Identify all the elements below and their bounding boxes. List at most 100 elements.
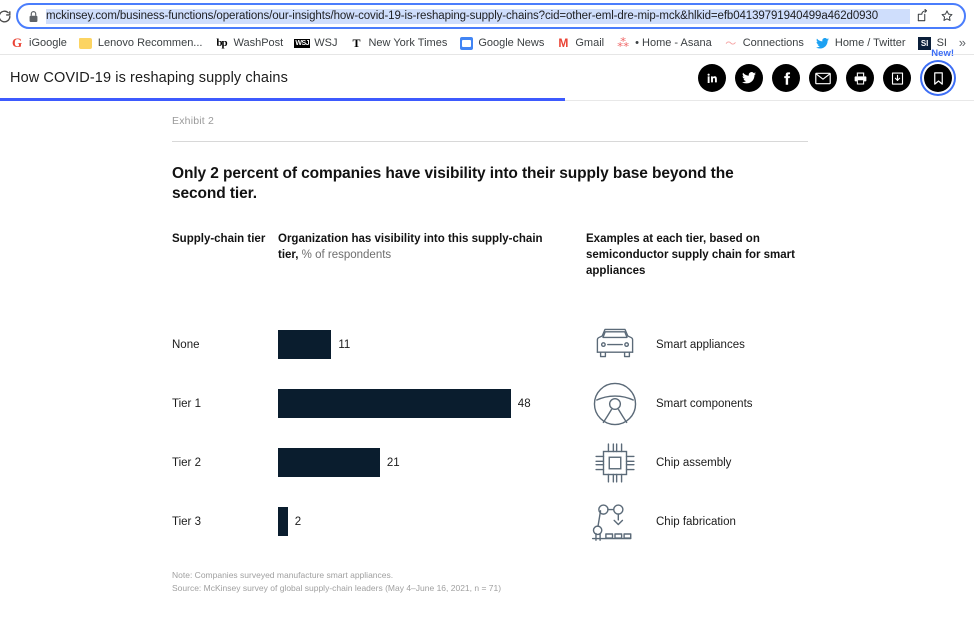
twitter-icon (742, 72, 756, 84)
twitter-icon (816, 36, 830, 50)
email-share-button[interactable] (809, 64, 837, 92)
bar (278, 330, 332, 360)
exhibit-label: Exhibit 2 (172, 115, 215, 127)
bookmark-asana-home[interactable]: ⁂ • Home - Asana (610, 33, 718, 53)
bookmark-label: Home / Twitter (834, 37, 906, 49)
washington-post-icon: bp (216, 37, 227, 49)
bookmark-washpost[interactable]: bp WashPost (208, 33, 289, 53)
column-header-examples: Examples at each tier, based on semicond… (586, 232, 795, 277)
asana-icon: ⁂ (617, 36, 630, 50)
bookmark-label: Google News (478, 37, 545, 49)
bookmark-label: Connections (742, 37, 804, 49)
bookmark-label: • Home - Asana (635, 37, 712, 49)
gmail-icon: M (558, 36, 569, 50)
bookmark-label: Gmail (575, 37, 605, 49)
examples-column: Smart appliances Smart components Chip a… (564, 315, 808, 551)
page-progress-fill (0, 98, 565, 101)
save-bookmark-button[interactable] (924, 64, 952, 92)
bar-chart: None 11 Tier 1 48 Tier 2 21 Tier 3 2 (172, 315, 564, 551)
url-text[interactable]: mckinsey.com/business-functions/operatio… (46, 8, 910, 24)
print-button[interactable] (846, 64, 874, 92)
new-york-times-icon: T (352, 35, 361, 50)
article-header-bar: How COVID-19 is reshaping supply chains … (0, 48, 974, 101)
share-icon[interactable] (912, 5, 934, 27)
exhibit-divider (172, 141, 808, 142)
robot-arm-icon (586, 498, 644, 546)
example-row-chip-fabrication: Chip fabrication (586, 492, 808, 551)
bookmarks-bar: G iGoogle Lenovo Recommen... bp WashPost… (0, 32, 974, 55)
bookmark-igoogle[interactable]: G iGoogle (4, 33, 73, 53)
bookmark-twitter-home[interactable]: Home / Twitter (810, 33, 912, 53)
new-badge: New! (931, 48, 954, 59)
google-icon: G (11, 35, 23, 50)
folder-icon (79, 36, 93, 50)
bar-category-label: Tier 2 (172, 456, 201, 469)
bookmarks-overflow-button[interactable]: » (959, 36, 966, 50)
bar (278, 507, 288, 537)
bar-row: Tier 1 48 (172, 374, 564, 433)
bar-category-label: Tier 1 (172, 397, 201, 410)
bar-row: Tier 2 21 (172, 433, 564, 492)
omnibox-row: mckinsey.com/business-functions/operatio… (0, 0, 974, 32)
bar-value-label: 11 (338, 338, 351, 351)
bookmark-label: WashPost (233, 37, 284, 49)
bookmark-new-york-times[interactable]: T New York Times (343, 33, 453, 53)
facebook-share-button[interactable] (772, 64, 800, 92)
bookmark-label: Lenovo Recommen... (97, 37, 203, 49)
exhibit-title: Only 2 percent of companies have visibil… (172, 165, 734, 203)
footnotes: Note: Companies surveyed manufacture sma… (172, 569, 808, 595)
si-icon: SI (918, 36, 932, 50)
linkedin-share-button[interactable] (698, 64, 726, 92)
download-icon (891, 71, 903, 85)
example-label: Chip assembly (656, 456, 732, 469)
bookmark-google-news[interactable]: Google News (453, 33, 550, 53)
bookmark-connections[interactable]: 〜 Connections (718, 33, 810, 53)
bar-row: Tier 3 2 (172, 492, 564, 551)
bar-category-label: Tier 3 (172, 515, 201, 528)
column-header-tier: Supply-chain tier (172, 232, 266, 245)
bookmark-label: iGoogle (29, 37, 67, 49)
bar (278, 389, 511, 419)
bar-value-label: 21 (386, 456, 400, 469)
article-content: Exhibit 2 Only 2 percent of companies ha… (0, 101, 974, 618)
bookmark-gmail[interactable]: M Gmail (550, 33, 610, 53)
example-label: Smart components (656, 397, 753, 410)
bar-row: None 11 (172, 315, 564, 374)
twitter-share-button[interactable] (735, 64, 763, 92)
bookmark-lenovo-recommended[interactable]: Lenovo Recommen... (73, 33, 209, 53)
lock-icon (28, 10, 39, 23)
example-row-smart-components: Smart components (586, 374, 808, 433)
footnote-note: Note: Companies surveyed manufacture sma… (172, 570, 394, 581)
exhibit-container: Exhibit 2 Only 2 percent of companies ha… (172, 115, 808, 618)
reload-icon[interactable] (0, 3, 14, 29)
example-row-chip-assembly: Chip assembly (586, 433, 808, 492)
column-header-visibility: Organization has visibility into this su… (278, 232, 564, 280)
connections-icon: 〜 (725, 38, 737, 50)
example-label: Chip fabrication (656, 515, 736, 528)
bar-value-label: 48 (517, 397, 531, 410)
facebook-icon (783, 71, 790, 85)
bar (278, 448, 380, 478)
column-header-visibility-light: % of respondents (298, 248, 392, 261)
microchip-icon (586, 439, 644, 487)
star-bookmark-icon[interactable] (936, 5, 958, 27)
steering-wheel-icon (586, 380, 644, 428)
email-icon (815, 72, 831, 84)
chart-column-headers: Supply-chain tier Organization has visib… (172, 232, 808, 280)
download-button[interactable] (883, 64, 911, 92)
example-row-smart-appliances: Smart appliances (586, 315, 808, 374)
car-front-icon (586, 321, 644, 369)
google-news-icon (459, 36, 473, 50)
bookmark-icon (933, 71, 943, 85)
example-label: Smart appliances (656, 338, 745, 351)
chart-body: None 11 Tier 1 48 Tier 2 21 Tier 3 2 Sma… (172, 315, 808, 551)
linkedin-icon (707, 73, 717, 83)
wsj-icon: WSJ (294, 38, 311, 48)
print-icon (854, 71, 866, 85)
browser-chrome: mckinsey.com/business-functions/operatio… (0, 0, 974, 55)
address-bar[interactable]: mckinsey.com/business-functions/operatio… (16, 3, 966, 29)
bookmark-wsj[interactable]: WSJ WSJ (289, 33, 343, 53)
footnote-source: Source: McKinsey survey of global supply… (172, 583, 502, 594)
bar-value-label: 2 (294, 515, 302, 528)
bookmark-label: WSJ (314, 37, 338, 49)
